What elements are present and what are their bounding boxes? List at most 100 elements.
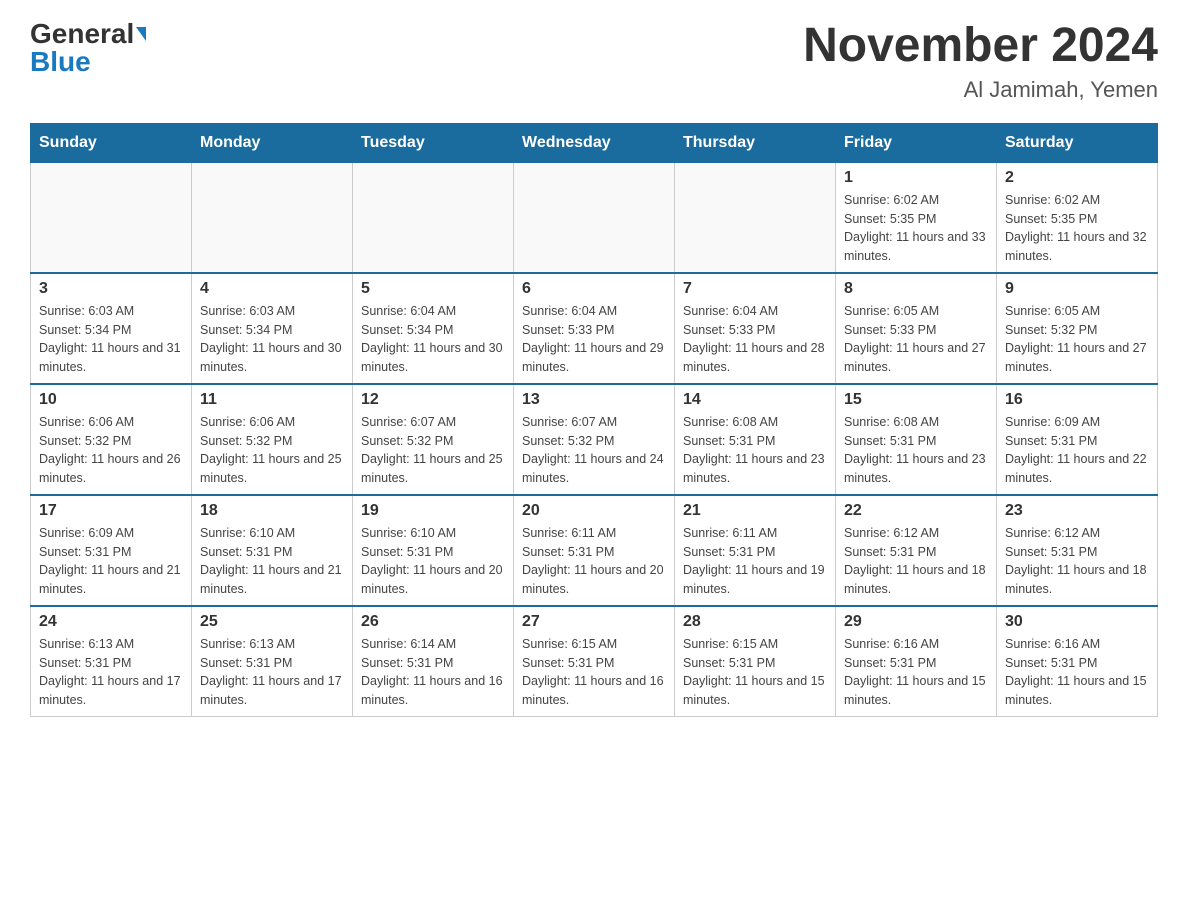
day-info: Sunrise: 6:08 AMSunset: 5:31 PMDaylight:…	[683, 413, 827, 488]
day-info: Sunrise: 6:05 AMSunset: 5:32 PMDaylight:…	[1005, 302, 1149, 377]
day-info: Sunrise: 6:08 AMSunset: 5:31 PMDaylight:…	[844, 413, 988, 488]
day-info: Sunrise: 6:04 AMSunset: 5:33 PMDaylight:…	[522, 302, 666, 377]
weekday-header: Saturday	[997, 123, 1158, 162]
day-info: Sunrise: 6:12 AMSunset: 5:31 PMDaylight:…	[1005, 524, 1149, 599]
calendar-cell: 24Sunrise: 6:13 AMSunset: 5:31 PMDayligh…	[31, 606, 192, 717]
calendar-cell: 11 Sunrise: 6:06 AMSunset: 5:32 PMDayligh…	[192, 384, 353, 495]
day-info: Sunrise: 6:15 AMSunset: 5:31 PMDaylight:…	[522, 635, 666, 710]
logo-arrow-icon	[136, 27, 146, 41]
day-info: Sunrise: 6:14 AMSunset: 5:31 PMDaylight:…	[361, 635, 505, 710]
day-number: 5	[361, 280, 505, 298]
day-number: 25	[200, 613, 344, 631]
calendar-cell: 21 Sunrise: 6:11 AMSunset: 5:31 PMDayligh…	[675, 495, 836, 606]
weekday-header: Wednesday	[514, 123, 675, 162]
calendar-cell	[31, 162, 192, 273]
day-number: 16	[1005, 391, 1149, 409]
calendar-week-row: 3 Sunrise: 6:03 AMSunset: 5:34 PMDaylight…	[31, 273, 1158, 384]
calendar-cell	[192, 162, 353, 273]
day-number: 18	[200, 502, 344, 520]
day-number: 10	[39, 391, 183, 409]
calendar-week-row: 10 Sunrise: 6:06 AMSunset: 5:32 PMDayligh…	[31, 384, 1158, 495]
day-info: Sunrise: 6:06 AMSunset: 5:32 PMDaylight:…	[200, 413, 344, 488]
calendar-cell: 2Sunrise: 6:02 AMSunset: 5:35 PMDaylight…	[997, 162, 1158, 273]
calendar-table: SundayMondayTuesdayWednesdayThursdayFrid…	[30, 123, 1158, 717]
calendar-cell: 25 Sunrise: 6:13 AMSunset: 5:31 PMDayligh…	[192, 606, 353, 717]
calendar-cell: 5 Sunrise: 6:04 AMSunset: 5:34 PMDaylight…	[353, 273, 514, 384]
day-number: 14	[683, 391, 827, 409]
title-block: November 2024 Al Jamimah, Yemen	[803, 20, 1158, 103]
day-number: 21	[683, 502, 827, 520]
day-number: 6	[522, 280, 666, 298]
day-info: Sunrise: 6:05 AMSunset: 5:33 PMDaylight:…	[844, 302, 988, 377]
calendar-cell: 28 Sunrise: 6:15 AMSunset: 5:31 PMDayligh…	[675, 606, 836, 717]
calendar-cell: 6 Sunrise: 6:04 AMSunset: 5:33 PMDaylight…	[514, 273, 675, 384]
calendar-cell: 26 Sunrise: 6:14 AMSunset: 5:31 PMDayligh…	[353, 606, 514, 717]
day-number: 1	[844, 169, 988, 187]
day-info: Sunrise: 6:04 AMSunset: 5:33 PMDaylight:…	[683, 302, 827, 377]
calendar-cell: 10 Sunrise: 6:06 AMSunset: 5:32 PMDayligh…	[31, 384, 192, 495]
day-number: 7	[683, 280, 827, 298]
calendar-subtitle: Al Jamimah, Yemen	[803, 77, 1158, 103]
day-number: 11	[200, 391, 344, 409]
day-info: Sunrise: 6:13 AMSunset: 5:31 PMDaylight:…	[200, 635, 344, 710]
day-info: Sunrise: 6:06 AMSunset: 5:32 PMDaylight:…	[39, 413, 183, 488]
day-number: 26	[361, 613, 505, 631]
calendar-cell: 15 Sunrise: 6:08 AMSunset: 5:31 PMDayligh…	[836, 384, 997, 495]
day-number: 3	[39, 280, 183, 298]
day-info: Sunrise: 6:16 AMSunset: 5:31 PMDaylight:…	[844, 635, 988, 710]
calendar-cell: 7 Sunrise: 6:04 AMSunset: 5:33 PMDaylight…	[675, 273, 836, 384]
calendar-cell: 8 Sunrise: 6:05 AMSunset: 5:33 PMDaylight…	[836, 273, 997, 384]
day-number: 20	[522, 502, 666, 520]
day-number: 13	[522, 391, 666, 409]
logo-blue-text: Blue	[30, 48, 91, 76]
day-info: Sunrise: 6:04 AMSunset: 5:34 PMDaylight:…	[361, 302, 505, 377]
calendar-cell: 16 Sunrise: 6:09 AMSunset: 5:31 PMDayligh…	[997, 384, 1158, 495]
day-info: Sunrise: 6:07 AMSunset: 5:32 PMDaylight:…	[522, 413, 666, 488]
day-info: Sunrise: 6:07 AMSunset: 5:32 PMDaylight:…	[361, 413, 505, 488]
calendar-cell: 12 Sunrise: 6:07 AMSunset: 5:32 PMDayligh…	[353, 384, 514, 495]
day-info: Sunrise: 6:16 AMSunset: 5:31 PMDaylight:…	[1005, 635, 1149, 710]
calendar-cell: 1 Sunrise: 6:02 AMSunset: 5:35 PMDaylight…	[836, 162, 997, 273]
day-info: Sunrise: 6:02 AMSunset: 5:35 PMDaylight:…	[844, 191, 988, 266]
day-info: Sunrise: 6:12 AMSunset: 5:31 PMDaylight:…	[844, 524, 988, 599]
calendar-cell: 23 Sunrise: 6:12 AMSunset: 5:31 PMDayligh…	[997, 495, 1158, 606]
day-number: 9	[1005, 280, 1149, 298]
day-number: 29	[844, 613, 988, 631]
day-number: 22	[844, 502, 988, 520]
day-info: Sunrise: 6:03 AMSunset: 5:34 PMDaylight:…	[39, 302, 183, 377]
calendar-cell: 9 Sunrise: 6:05 AMSunset: 5:32 PMDaylight…	[997, 273, 1158, 384]
day-number: 19	[361, 502, 505, 520]
day-info: Sunrise: 6:03 AMSunset: 5:34 PMDaylight:…	[200, 302, 344, 377]
calendar-cell: 22 Sunrise: 6:12 AMSunset: 5:31 PMDayligh…	[836, 495, 997, 606]
calendar-cell	[675, 162, 836, 273]
day-info: Sunrise: 6:10 AMSunset: 5:31 PMDaylight:…	[361, 524, 505, 599]
day-number: 8	[844, 280, 988, 298]
logo-general-text: General	[30, 20, 134, 48]
calendar-cell	[353, 162, 514, 273]
day-number: 30	[1005, 613, 1149, 631]
calendar-cell: 27Sunrise: 6:15 AMSunset: 5:31 PMDayligh…	[514, 606, 675, 717]
weekday-header: Friday	[836, 123, 997, 162]
calendar-cell	[514, 162, 675, 273]
day-number: 15	[844, 391, 988, 409]
calendar-cell: 3 Sunrise: 6:03 AMSunset: 5:34 PMDaylight…	[31, 273, 192, 384]
weekday-header: Monday	[192, 123, 353, 162]
day-info: Sunrise: 6:11 AMSunset: 5:31 PMDaylight:…	[683, 524, 827, 599]
calendar-cell: 30 Sunrise: 6:16 AMSunset: 5:31 PMDayligh…	[997, 606, 1158, 717]
calendar-cell: 19 Sunrise: 6:10 AMSunset: 5:31 PMDayligh…	[353, 495, 514, 606]
calendar-cell: 4Sunrise: 6:03 AMSunset: 5:34 PMDaylight…	[192, 273, 353, 384]
day-number: 23	[1005, 502, 1149, 520]
calendar-cell: 20Sunrise: 6:11 AMSunset: 5:31 PMDayligh…	[514, 495, 675, 606]
calendar-week-row: 17Sunrise: 6:09 AMSunset: 5:31 PMDayligh…	[31, 495, 1158, 606]
day-number: 2	[1005, 169, 1149, 187]
day-number: 17	[39, 502, 183, 520]
calendar-cell: 29 Sunrise: 6:16 AMSunset: 5:31 PMDayligh…	[836, 606, 997, 717]
calendar-cell: 13 Sunrise: 6:07 AMSunset: 5:32 PMDayligh…	[514, 384, 675, 495]
day-info: Sunrise: 6:15 AMSunset: 5:31 PMDaylight:…	[683, 635, 827, 710]
day-number: 28	[683, 613, 827, 631]
calendar-cell: 18Sunrise: 6:10 AMSunset: 5:31 PMDayligh…	[192, 495, 353, 606]
calendar-title: November 2024	[803, 20, 1158, 73]
day-info: Sunrise: 6:09 AMSunset: 5:31 PMDaylight:…	[1005, 413, 1149, 488]
day-number: 12	[361, 391, 505, 409]
calendar-week-row: 1 Sunrise: 6:02 AMSunset: 5:35 PMDaylight…	[31, 162, 1158, 273]
